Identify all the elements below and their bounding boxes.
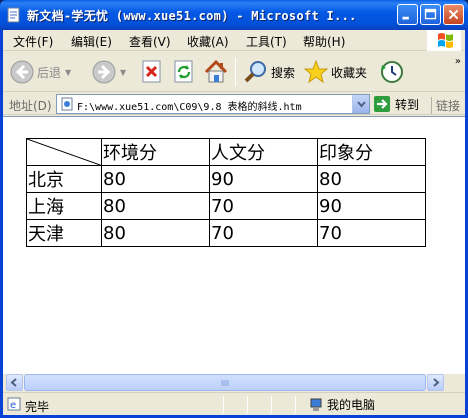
- chevron-down-icon: [357, 101, 366, 108]
- security-zone: 我的电脑: [309, 396, 375, 413]
- table-row: 北京 80 90 80: [26, 165, 426, 193]
- windows-logo: [427, 30, 461, 51]
- history-button[interactable]: [379, 57, 405, 87]
- forward-icon: [92, 60, 116, 84]
- score-cell: 80: [101, 219, 210, 247]
- toolbar-overflow-icon[interactable]: »: [455, 56, 461, 67]
- maximize-icon: [424, 8, 437, 20]
- menu-view[interactable]: 查看(V): [129, 33, 171, 50]
- links-button[interactable]: 链接: [431, 97, 460, 114]
- address-input[interactable]: F:\www.xue51.com\C09\9.8 表格的斜线.htm: [56, 94, 370, 114]
- title-bar[interactable]: 新文档-学无忧 (www.xue51.com) - Microsoft I...: [0, 0, 468, 30]
- row-city-cell: 上海: [26, 192, 102, 220]
- search-button[interactable]: 搜索: [243, 57, 295, 87]
- status-divider: [295, 396, 296, 413]
- table-row: 上海 80 70 90: [26, 192, 426, 220]
- home-button[interactable]: [203, 57, 229, 87]
- diagonal-line: [27, 139, 103, 166]
- score-cell: 80: [101, 165, 210, 193]
- status-divider: [271, 396, 272, 413]
- menu-tools[interactable]: 工具(T): [246, 33, 287, 50]
- menu-favorites[interactable]: 收藏(A): [187, 33, 229, 50]
- score-cell: 80: [101, 192, 210, 220]
- row-city-cell: 天津: [26, 219, 102, 247]
- horizontal-scrollbar[interactable]: [6, 374, 444, 391]
- stop-button[interactable]: [141, 57, 163, 87]
- address-value: F:\www.xue51.com\C09\9.8 表格的斜线.htm: [77, 102, 302, 113]
- favorites-icon: [303, 59, 329, 84]
- score-cell: 80: [317, 165, 426, 193]
- favorites-button[interactable]: 收藏夹: [303, 57, 367, 87]
- status-bar: e 完毕 我的电脑: [3, 392, 465, 415]
- ie-status-icon: e: [7, 397, 21, 411]
- forward-dropdown-icon[interactable]: ▼: [120, 68, 126, 77]
- grip-icon: [221, 380, 229, 386]
- address-dropdown-button[interactable]: [352, 95, 369, 113]
- close-button[interactable]: [443, 4, 464, 25]
- back-dropdown-icon[interactable]: ▼: [65, 68, 71, 77]
- row-city-cell: 北京: [26, 165, 102, 193]
- score-cell: 90: [209, 165, 318, 193]
- ie-page-icon: [7, 7, 20, 23]
- refresh-icon: [174, 60, 193, 83]
- browser-window: 新文档-学无忧 (www.xue51.com) - Microsoft I...…: [0, 0, 468, 418]
- chevron-right-icon: [433, 378, 440, 387]
- status-text: 完毕: [25, 400, 50, 414]
- header-environment: 环境分: [101, 138, 210, 166]
- standard-toolbar: 后退 ▼ ▼ 搜索 收藏夹 »: [3, 52, 465, 92]
- computer-icon: [310, 398, 322, 411]
- svg-text:e: e: [10, 400, 16, 411]
- minimize-icon: [402, 16, 409, 20]
- back-button[interactable]: 后退 ▼: [9, 57, 71, 87]
- scroll-right-button[interactable]: [427, 374, 444, 391]
- address-bar: 地址(D) F:\www.xue51.com\C09\9.8 表格的斜线.htm…: [3, 93, 465, 115]
- page-content: 环境分 人文分 印象分 北京 80 90 80 上海 80 70 90 天津 8…: [3, 116, 465, 374]
- search-icon: [244, 61, 266, 83]
- close-icon: [448, 9, 459, 20]
- go-button[interactable]: 转到: [373, 95, 419, 113]
- status-divider: [247, 396, 248, 413]
- maximize-button[interactable]: [420, 4, 441, 25]
- diagonal-header-cell: [26, 138, 103, 166]
- scroll-corner: [444, 374, 462, 391]
- stop-icon: [142, 60, 161, 83]
- windows-flag-icon: [438, 33, 453, 48]
- chevron-left-icon: [10, 378, 17, 387]
- back-label: 后退: [37, 65, 62, 80]
- scroll-left-button[interactable]: [6, 374, 23, 391]
- zone-label: 我的电脑: [327, 398, 376, 412]
- toolbar-separator: [235, 58, 236, 86]
- menu-edit[interactable]: 编辑(E): [71, 33, 112, 50]
- menu-file[interactable]: 文件(F): [13, 33, 53, 50]
- go-arrow-icon: [374, 96, 390, 112]
- favorites-label: 收藏夹: [331, 65, 368, 80]
- refresh-button[interactable]: [173, 57, 195, 87]
- go-label: 转到: [395, 97, 420, 112]
- score-cell: 70: [317, 219, 426, 247]
- table-header-row: 环境分 人文分 印象分: [26, 138, 426, 166]
- history-icon: [381, 61, 403, 83]
- back-icon: [10, 60, 34, 84]
- search-label: 搜索: [271, 65, 296, 80]
- minimize-button[interactable]: [397, 4, 418, 25]
- menu-help[interactable]: 帮助(H): [303, 33, 345, 50]
- header-impression: 印象分: [317, 138, 426, 166]
- home-icon: [204, 59, 228, 83]
- scroll-thumb[interactable]: [24, 374, 426, 391]
- scores-table: 环境分 人文分 印象分 北京 80 90 80 上海 80 70 90 天津 8…: [26, 138, 426, 247]
- forward-button[interactable]: ▼: [91, 57, 126, 87]
- address-label: 地址(D): [9, 99, 52, 113]
- menu-bar: 文件(F) 编辑(E) 查看(V) 收藏(A) 工具(T) 帮助(H): [3, 30, 465, 51]
- status-divider: [223, 396, 224, 413]
- header-culture: 人文分: [209, 138, 318, 166]
- window-title: 新文档-学无忧 (www.xue51.com) - Microsoft I...: [27, 9, 357, 23]
- table-row: 天津 80 70 70: [26, 219, 426, 247]
- score-cell: 90: [317, 192, 426, 220]
- score-cell: 70: [209, 219, 318, 247]
- page-icon: [61, 97, 73, 111]
- score-cell: 70: [209, 192, 318, 220]
